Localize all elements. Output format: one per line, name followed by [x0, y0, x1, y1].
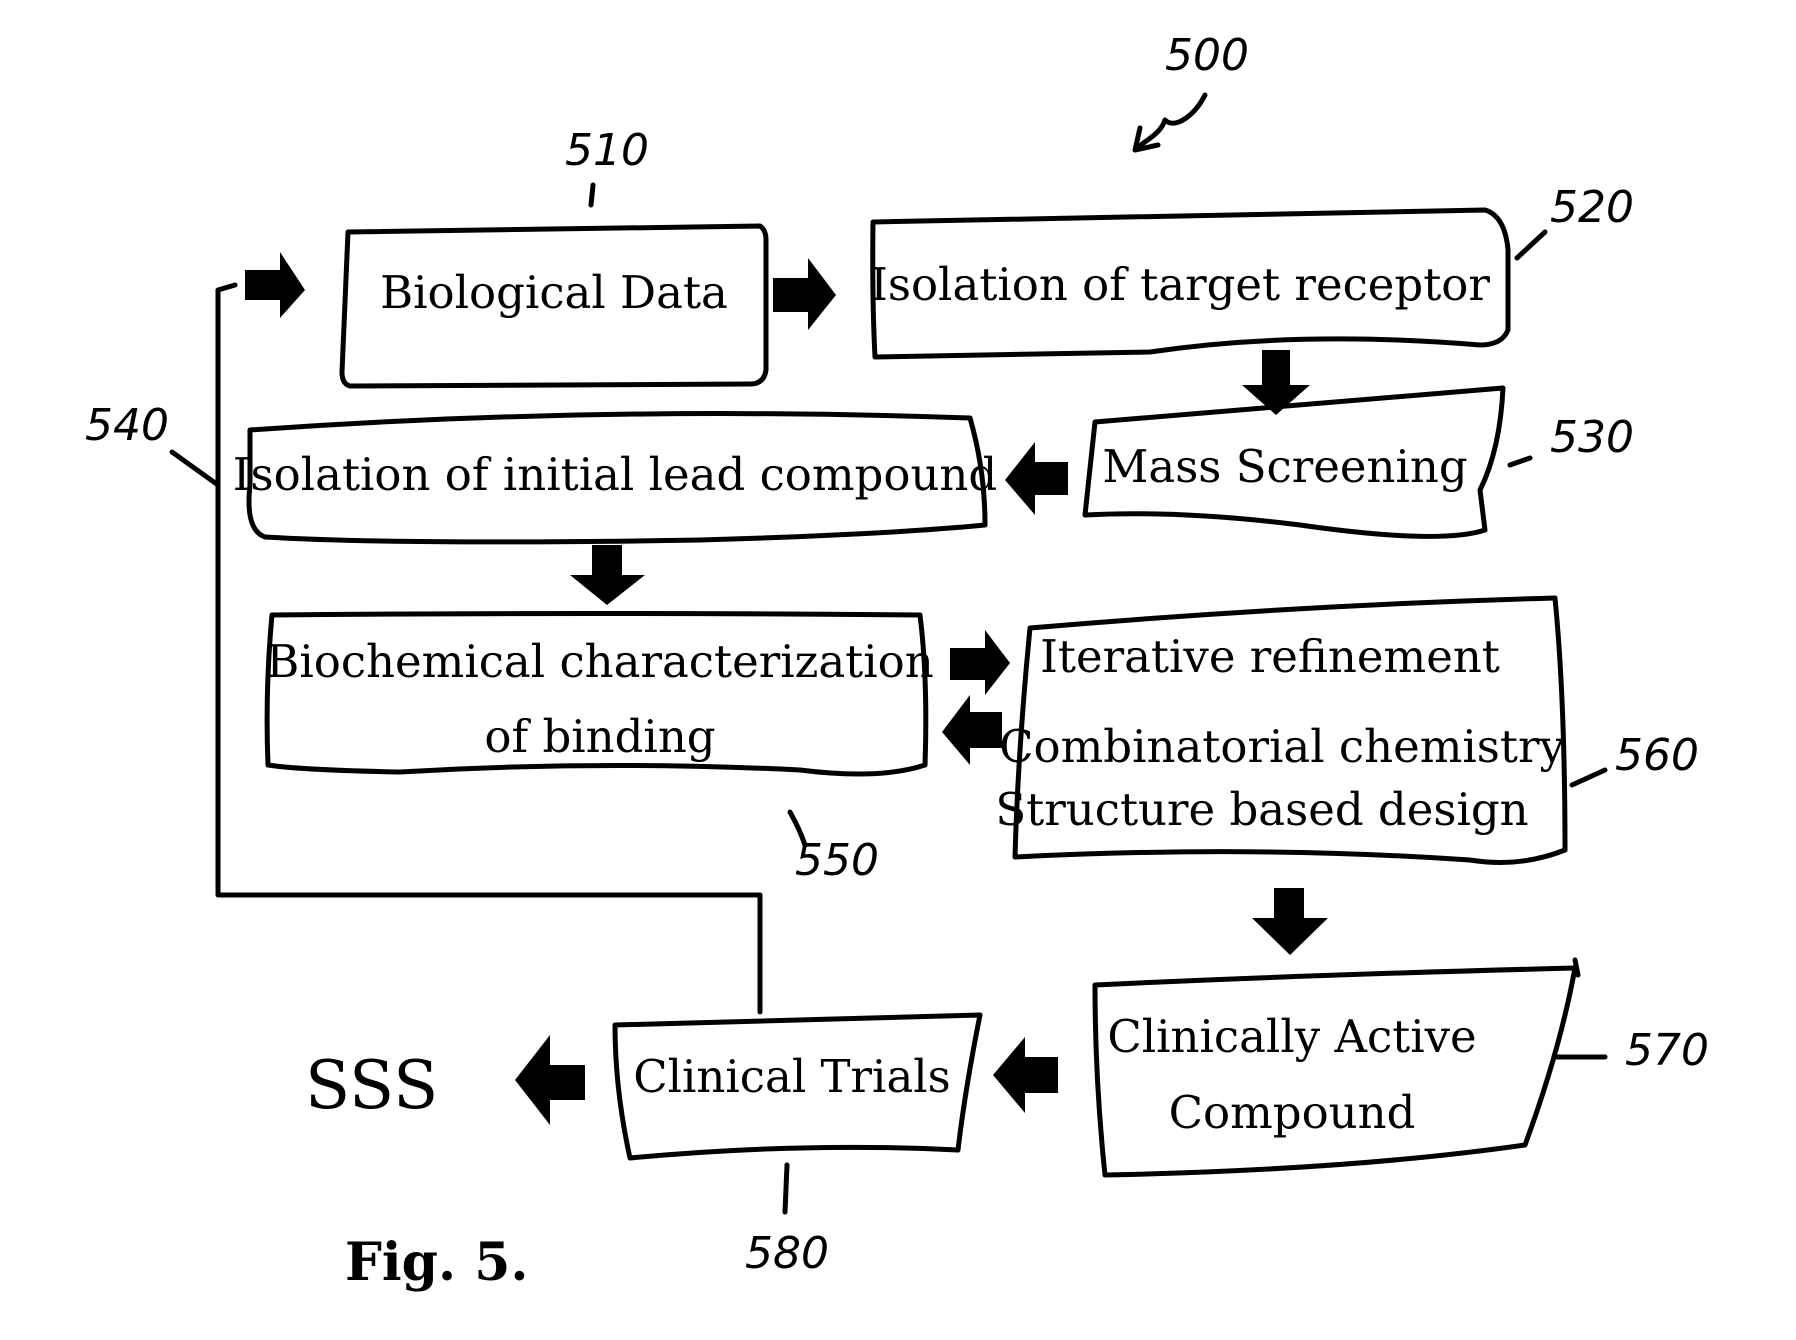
ref-580-label: 580 [745, 1228, 829, 1279]
ref-510-label: 510 [565, 125, 649, 176]
arrow-left-icon [515, 1035, 585, 1125]
box-refinement-text-line2: Combinatorial chemistry [999, 720, 1565, 773]
box-570-corner-tick [1572, 957, 1581, 978]
ref-520-leader [1514, 229, 1548, 261]
box-biochemical-text-line1: Biochemical characterization [266, 635, 933, 688]
ref-560-label: 560 [1615, 730, 1699, 781]
ref-580-leader [782, 1162, 790, 1215]
ref-550-label: 550 [795, 835, 879, 886]
arrow-left-icon [1005, 442, 1068, 515]
box-refinement-text-line3: Structure based design [995, 783, 1528, 836]
arrow-right-icon [950, 630, 1010, 695]
arrow-right-icon [773, 258, 836, 330]
box-biochemical-characterization: Biochemical characterization of binding [264, 611, 934, 777]
ref-530-leader [1507, 455, 1533, 468]
ref-570-label: 570 [1625, 1025, 1709, 1076]
box-clinical-trials-text: Clinical Trials [633, 1050, 951, 1103]
arrow-down-icon [1252, 888, 1328, 955]
arrow-left-icon [993, 1037, 1058, 1113]
box-clinically-active-text-line2: Compound [1169, 1086, 1416, 1139]
arrow-right-icon [245, 252, 305, 318]
arrow-down-icon [570, 545, 645, 605]
flowchart: 500 Biological Data 510 Isolation of tar… [85, 30, 1709, 1293]
box-biochemical-text-line2: of binding [484, 710, 715, 763]
ref-540-label: 540 [85, 400, 169, 451]
outcome-text: SSS [305, 1047, 438, 1124]
ref-510-leader [588, 182, 596, 208]
ref-530-label: 530 [1550, 412, 1634, 463]
box-clinically-active-compound: Clinically Active Compound [1092, 957, 1581, 1178]
figure-caption: Fig. 5. [345, 1232, 529, 1293]
box-isolation-target-receptor-text: Isolation of target receptor [870, 258, 1490, 311]
box-biological-data: Biological Data [339, 223, 769, 389]
box-refinement-text-line1: Iterative refinement [1040, 630, 1500, 683]
ref-500-pointer-icon [1132, 92, 1208, 153]
box-isolation-lead-compound-text: Isolation of initial lead compound [233, 448, 997, 501]
box-mass-screening: Mass Screening [1082, 385, 1506, 539]
box-mass-screening-text: Mass Screening [1102, 440, 1467, 493]
arrow-left-icon [942, 695, 1002, 765]
box-clinical-trials: Clinical Trials [612, 1012, 983, 1161]
ref-560-leader [1569, 767, 1608, 788]
box-isolation-lead-compound: Isolation of initial lead compound [233, 411, 997, 545]
box-biological-data-text: Biological Data [380, 266, 728, 319]
ref-520-label: 520 [1550, 182, 1634, 233]
ref-540-leader [169, 449, 221, 488]
box-isolation-target-receptor: Isolation of target receptor [870, 207, 1511, 360]
ref-500-label: 500 [1165, 30, 1249, 81]
box-iterative-refinement: Iterative refinement Combinatorial chemi… [995, 595, 1568, 865]
box-clinically-active-text-line1: Clinically Active [1107, 1010, 1476, 1063]
